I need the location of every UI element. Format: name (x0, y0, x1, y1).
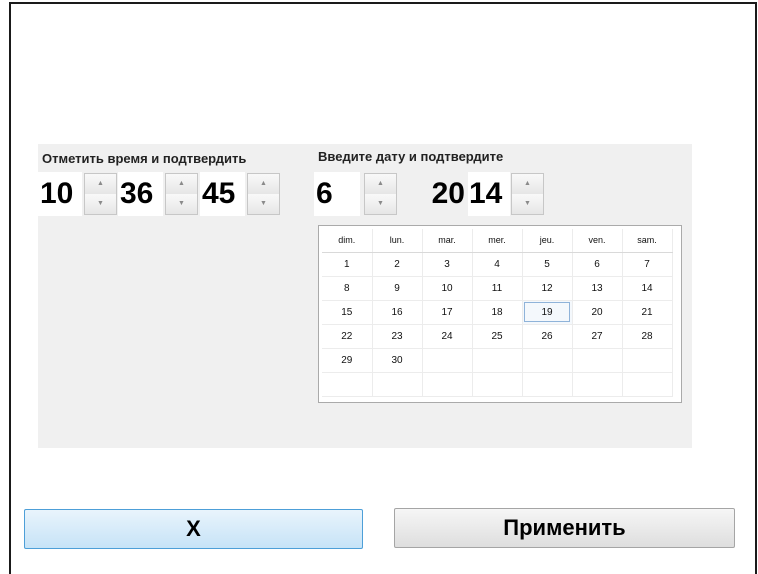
year-prefix: 20 (431, 177, 465, 210)
calendar-day[interactable]: 5 (522, 252, 573, 277)
hours-spinner: ▲ ▼ (84, 173, 117, 215)
calendar-day[interactable]: 26 (522, 324, 573, 349)
minutes-up-icon[interactable]: ▲ (166, 174, 197, 195)
calendar-week-row: 8 9 10 11 12 13 14 (322, 276, 673, 301)
calendar-day[interactable]: 4 (472, 252, 523, 277)
calendar-day[interactable]: 10 (422, 276, 473, 301)
calendar-day[interactable]: 21 (622, 300, 673, 325)
weekday-header: mar. (422, 229, 473, 253)
calendar-day[interactable]: 23 (372, 324, 423, 349)
hours-down-icon[interactable]: ▼ (85, 194, 116, 214)
calendar-day[interactable]: 8 (322, 276, 373, 301)
hours-up-icon[interactable]: ▲ (85, 174, 116, 195)
weekday-header: mer. (472, 229, 523, 253)
calendar-day-empty (522, 348, 573, 373)
calendar-day[interactable]: 15 (322, 300, 373, 325)
calendar-week-row (322, 372, 673, 397)
calendar-day[interactable]: 9 (372, 276, 423, 301)
calendar-day-empty (322, 372, 373, 397)
calendar-day[interactable]: 30 (372, 348, 423, 373)
calendar-grid: dim. lun. mar. mer. jeu. ven. sam. 1 2 3… (322, 229, 673, 397)
calendar-day[interactable]: 24 (422, 324, 473, 349)
calendar-day-empty (472, 348, 523, 373)
month-up-icon[interactable]: ▲ (365, 174, 396, 195)
calendar-day[interactable]: 7 (622, 252, 673, 277)
seconds-input[interactable]: 45 (200, 172, 245, 216)
date-caption: Введите дату и подтвердите (318, 149, 504, 164)
cancel-button[interactable]: X (24, 509, 363, 549)
calendar-day[interactable]: 14 (622, 276, 673, 301)
calendar-day[interactable]: 13 (572, 276, 623, 301)
calendar-week-row: 15 16 17 18 19 20 21 (322, 300, 673, 325)
weekday-header: lun. (372, 229, 423, 253)
weekday-header: dim. (322, 229, 373, 253)
year-down-icon[interactable]: ▼ (512, 194, 543, 214)
calendar-day[interactable]: 11 (472, 276, 523, 301)
month-spinner: ▲ ▼ (364, 173, 397, 215)
calendar-day-empty (522, 372, 573, 397)
seconds-up-icon[interactable]: ▲ (248, 174, 279, 195)
calendar-day[interactable]: 16 (372, 300, 423, 325)
seconds-down-icon[interactable]: ▼ (248, 194, 279, 214)
calendar: dim. lun. mar. mer. jeu. ven. sam. 1 2 3… (318, 225, 682, 403)
year-up-icon[interactable]: ▲ (512, 174, 543, 195)
calendar-day-selected[interactable]: 19 (522, 300, 573, 325)
year-spinner: ▲ ▼ (511, 173, 544, 215)
apply-button[interactable]: Применить (394, 508, 735, 548)
month-input[interactable]: 6 (314, 172, 360, 216)
calendar-day-empty (472, 372, 523, 397)
calendar-day[interactable]: 29 (322, 348, 373, 373)
calendar-day[interactable]: 2 (372, 252, 423, 277)
calendar-week-row: 22 23 24 25 26 27 28 (322, 324, 673, 349)
calendar-day[interactable]: 3 (422, 252, 473, 277)
calendar-day-empty (572, 348, 623, 373)
calendar-day-empty (422, 348, 473, 373)
year-input[interactable]: 14 (468, 172, 510, 216)
month-down-icon[interactable]: ▼ (365, 194, 396, 214)
calendar-day[interactable]: 25 (472, 324, 523, 349)
minutes-spinner: ▲ ▼ (165, 173, 198, 215)
calendar-day[interactable]: 27 (572, 324, 623, 349)
weekday-header: jeu. (522, 229, 573, 253)
calendar-day[interactable]: 1 (322, 252, 373, 277)
minutes-input[interactable]: 36 (118, 172, 163, 216)
calendar-week-row: 29 30 (322, 348, 673, 373)
hours-input[interactable]: 10 (38, 172, 82, 216)
calendar-day[interactable]: 22 (322, 324, 373, 349)
calendar-day-empty (622, 372, 673, 397)
calendar-day-empty (372, 372, 423, 397)
calendar-day-empty (422, 372, 473, 397)
calendar-week-row: 1 2 3 4 5 6 7 (322, 252, 673, 277)
minutes-down-icon[interactable]: ▼ (166, 194, 197, 214)
calendar-day[interactable]: 12 (522, 276, 573, 301)
calendar-day[interactable]: 18 (472, 300, 523, 325)
calendar-day[interactable]: 20 (572, 300, 623, 325)
calendar-day[interactable]: 17 (422, 300, 473, 325)
time-caption: Отметить время и подтвердить (42, 151, 247, 166)
calendar-day-empty (572, 372, 623, 397)
weekday-header: sam. (622, 229, 673, 253)
calendar-day-empty (622, 348, 673, 373)
weekday-header-row: dim. lun. mar. mer. jeu. ven. sam. (322, 229, 673, 253)
calendar-day[interactable]: 6 (572, 252, 623, 277)
calendar-day[interactable]: 28 (622, 324, 673, 349)
seconds-spinner: ▲ ▼ (247, 173, 280, 215)
weekday-header: ven. (572, 229, 623, 253)
